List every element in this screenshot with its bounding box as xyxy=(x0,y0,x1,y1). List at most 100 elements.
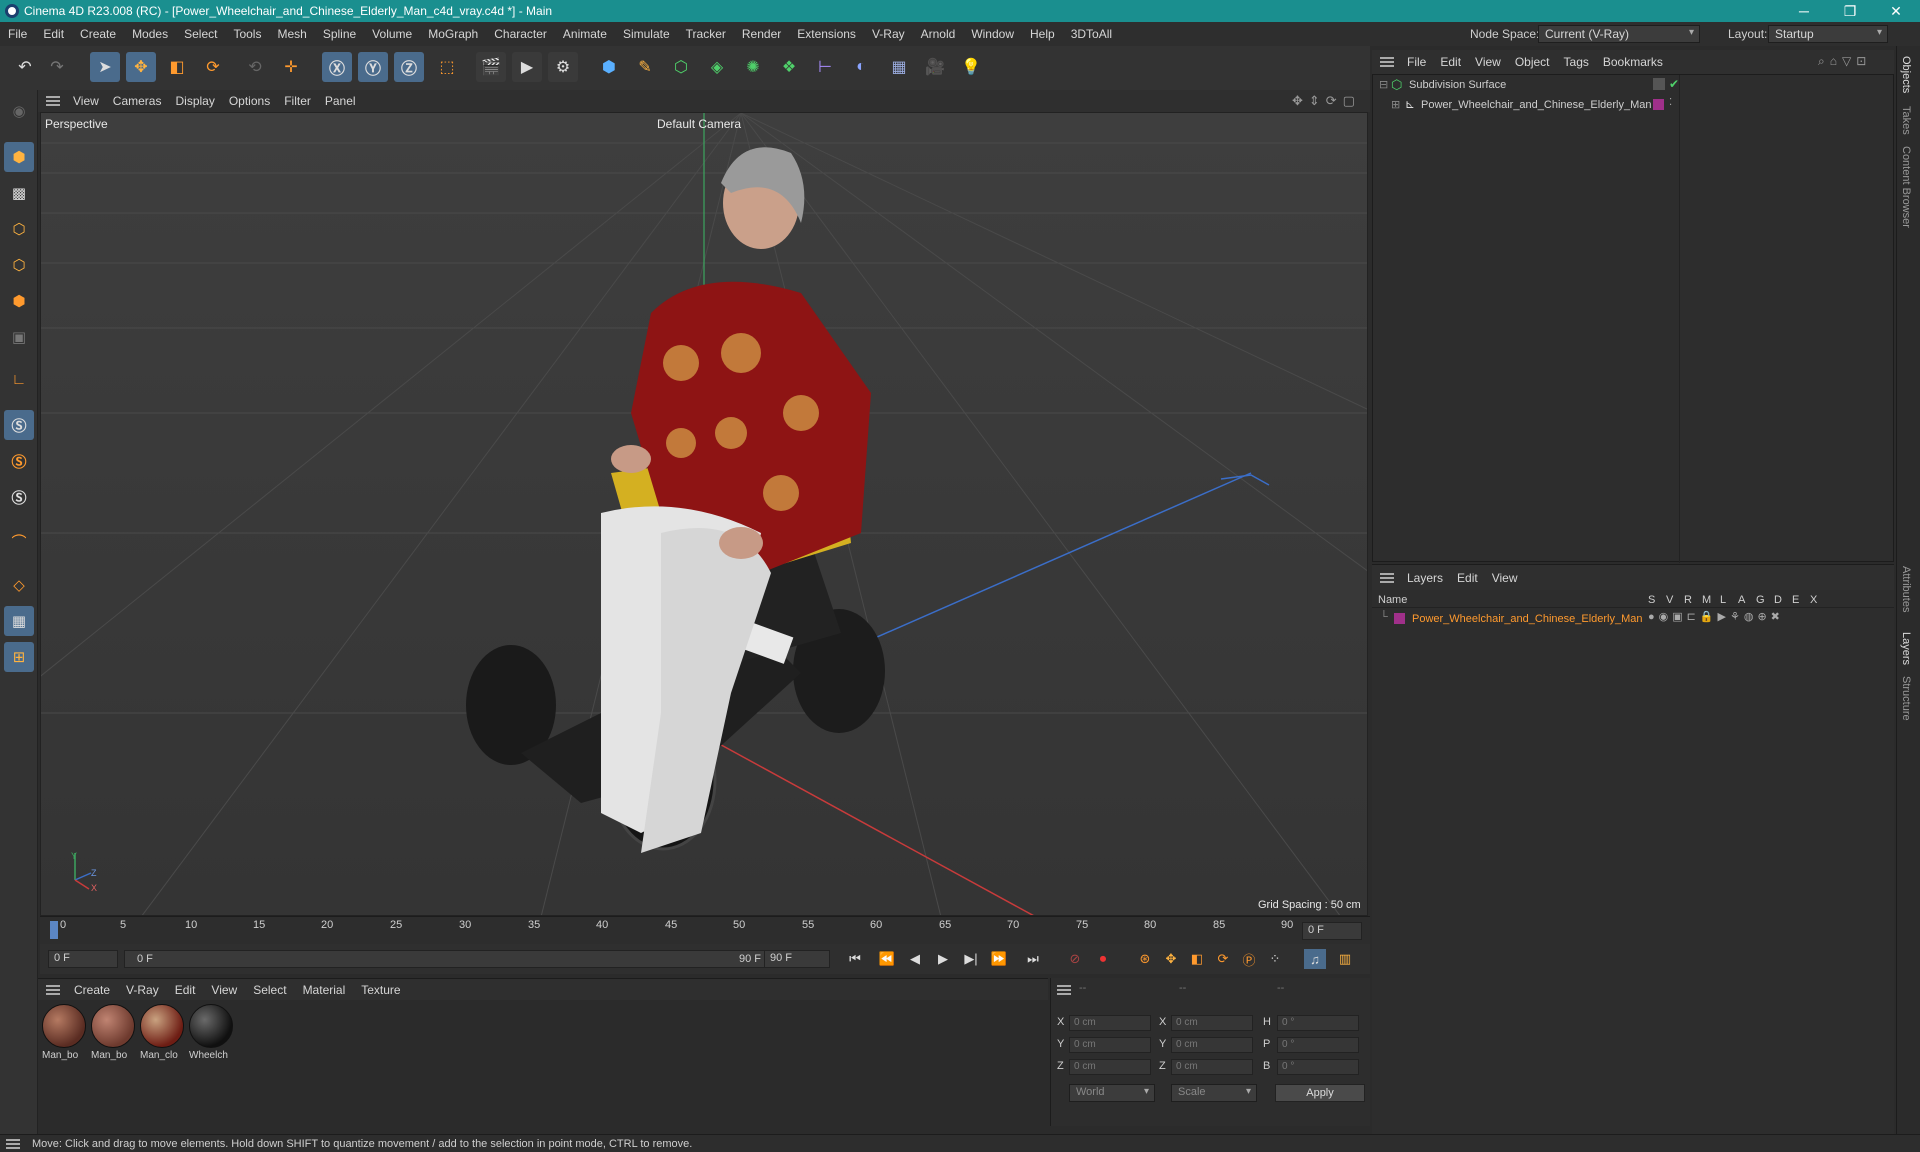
material-menu-icon[interactable] xyxy=(46,984,60,995)
mograph-icon[interactable]: ❖ xyxy=(774,52,804,82)
size-x-field[interactable]: 0 cm xyxy=(1171,1015,1253,1031)
record-keys-icon[interactable]: ⊘ xyxy=(1064,949,1086,969)
position-x-field[interactable]: 0 cm xyxy=(1069,1015,1151,1031)
material-swatch[interactable]: Man_clo xyxy=(140,1004,186,1061)
size-y-field[interactable]: 0 cm xyxy=(1171,1037,1253,1053)
coordinate-mode-dropdown[interactable]: World xyxy=(1069,1084,1155,1102)
rotation-b-field[interactable]: 0 ° xyxy=(1277,1059,1359,1075)
node-space-dropdown[interactable]: Current (V-Ray) xyxy=(1538,25,1700,43)
timeline-window-icon[interactable]: ▥ xyxy=(1334,949,1356,969)
tree-row-subdivision-surface[interactable]: ⊟ ⬡ Subdivision Surface ✔ xyxy=(1375,77,1893,95)
locked-workplane-icon[interactable]: ⊞ xyxy=(4,642,34,672)
snap-settings-icon[interactable]: Ⓢ xyxy=(4,446,34,476)
3d-viewport[interactable]: Perspective Default Camera Grid Spacing … xyxy=(40,112,1368,916)
y-axis-icon[interactable]: Ⓨ xyxy=(358,52,388,82)
side-tab-layers[interactable]: Layers xyxy=(1900,632,1912,665)
layer-color-swatch[interactable] xyxy=(1394,613,1405,624)
object-manager-toolbar-icons[interactable]: ⌕⌂▽⊡ xyxy=(1818,54,1871,69)
timeline-frame-field[interactable]: 0 F xyxy=(1302,922,1362,940)
cloner-icon[interactable]: ✺ xyxy=(738,52,768,82)
key-pla-icon[interactable]: ⁘ xyxy=(1264,949,1286,969)
layer-menu-layers[interactable]: Layers xyxy=(1400,571,1450,585)
layer-menu-view[interactable]: View xyxy=(1485,571,1525,585)
status-menu-icon[interactable] xyxy=(6,1138,20,1149)
menu-help[interactable]: Help xyxy=(1022,27,1063,41)
motion-mode-icon[interactable]: ♫ xyxy=(1304,949,1326,969)
viewport-menu-panel[interactable]: Panel xyxy=(318,94,363,108)
uv-mode-icon[interactable]: ▣ xyxy=(4,322,34,352)
viewport-menu-options[interactable]: Options xyxy=(222,94,277,108)
side-tab-objects[interactable]: Objects xyxy=(1900,56,1912,93)
object-menu-edit[interactable]: Edit xyxy=(1433,55,1468,69)
timeline-ruler[interactable]: 0 5 10 15 20 25 30 35 40 45 50 55 60 65 … xyxy=(40,916,1370,944)
layer-name[interactable]: Power_Wheelchair_and_Chinese_Elderly_Man xyxy=(1412,613,1643,625)
cube-icon[interactable]: ⬢ xyxy=(594,52,624,82)
visibility-dots-icon[interactable]: ⁚ xyxy=(1669,97,1672,108)
close-button[interactable]: ✕ xyxy=(1874,0,1918,22)
tree-row-wheelchair-man[interactable]: ⊞ ⊾ Power_Wheelchair_and_Chinese_Elderly… xyxy=(1375,97,1893,115)
object-manager-menu-icon[interactable] xyxy=(1380,57,1394,67)
menu-character[interactable]: Character xyxy=(486,27,555,41)
edges-mode-icon[interactable]: ⬡ xyxy=(4,250,34,280)
material-menu-select[interactable]: Select xyxy=(245,983,294,997)
object-menu-file[interactable]: File xyxy=(1400,55,1433,69)
restore-button[interactable]: ❐ xyxy=(1828,0,1872,22)
menu-volume[interactable]: Volume xyxy=(364,27,420,41)
position-y-field[interactable]: 0 cm xyxy=(1069,1037,1151,1053)
key-position-icon[interactable]: ✥ xyxy=(1160,949,1182,969)
layout-dropdown[interactable]: Startup xyxy=(1768,25,1888,43)
next-frame-icon[interactable]: ▶| xyxy=(960,949,982,969)
side-tab-structure[interactable]: Structure xyxy=(1900,676,1912,721)
subdivision-icon[interactable]: ⬡ xyxy=(666,52,696,82)
scale-tool-icon[interactable]: ◧ xyxy=(162,52,192,82)
play-icon[interactable]: ▶ xyxy=(932,949,954,969)
apply-button[interactable]: Apply xyxy=(1275,1084,1365,1102)
floor-icon[interactable]: ▦ xyxy=(884,52,914,82)
menu-modes[interactable]: Modes xyxy=(124,27,176,41)
current-frame-field[interactable]: 0 F xyxy=(48,950,118,968)
polygons-mode-icon[interactable]: ⬢ xyxy=(4,286,34,316)
menu-window[interactable]: Window xyxy=(963,27,1022,41)
key-scale-icon[interactable]: ◧ xyxy=(1186,949,1208,969)
viewport-nav-icons[interactable]: ✥⇕⟳▢ xyxy=(1292,93,1361,109)
workplane-icon[interactable]: ◇ xyxy=(4,570,34,600)
editor-visibility-icon[interactable] xyxy=(1653,78,1665,90)
autokey-icon[interactable]: ⏺ xyxy=(1092,949,1114,969)
magnet-icon[interactable]: ⌒ xyxy=(4,526,34,556)
render-picture-viewer-icon[interactable]: ▶ xyxy=(512,52,542,82)
menu-vray[interactable]: V-Ray xyxy=(864,27,913,41)
rotation-h-field[interactable]: 0 ° xyxy=(1277,1015,1359,1031)
render-settings-icon[interactable]: ⚙ xyxy=(548,52,578,82)
camera-icon[interactable]: 🎥 xyxy=(920,52,950,82)
viewport-menu-display[interactable]: Display xyxy=(168,94,221,108)
viewport-camera-name[interactable]: Default Camera xyxy=(657,117,741,131)
menu-animate[interactable]: Animate xyxy=(555,27,615,41)
max-frame-field[interactable]: 90 F xyxy=(764,950,830,968)
model-mode-icon[interactable]: ⬢ xyxy=(4,142,34,172)
points-mode-icon[interactable]: ⬡ xyxy=(4,214,34,244)
coordinates-menu-icon[interactable] xyxy=(1057,985,1071,995)
menu-file[interactable]: File xyxy=(0,27,35,41)
move-tool-icon[interactable]: ✥ xyxy=(126,52,156,82)
render-view-icon[interactable]: 🎬 xyxy=(476,52,506,82)
previous-frame-icon[interactable]: ◀ xyxy=(904,949,926,969)
material-menu-edit[interactable]: Edit xyxy=(167,983,204,997)
object-menu-bookmarks[interactable]: Bookmarks xyxy=(1596,55,1670,69)
material-menu-material[interactable]: Material xyxy=(295,983,354,997)
enabled-check-icon[interactable]: ✔ xyxy=(1669,77,1679,91)
viewport-menu-icon[interactable] xyxy=(46,96,60,106)
material-menu-vray[interactable]: V-Ray xyxy=(118,983,167,997)
grid-icon[interactable]: ▦ xyxy=(4,606,34,636)
axis-mode-icon[interactable]: ∟ xyxy=(4,364,34,394)
layer-color-swatch[interactable] xyxy=(1653,99,1664,110)
pen-spline-icon[interactable]: ✎ xyxy=(630,52,660,82)
menu-render[interactable]: Render xyxy=(734,27,789,41)
object-menu-object[interactable]: Object xyxy=(1508,55,1557,69)
material-swatch[interactable]: Wheelch xyxy=(189,1004,235,1061)
object-menu-view[interactable]: View xyxy=(1468,55,1508,69)
side-tab-takes[interactable]: Takes xyxy=(1900,106,1912,135)
expand-icon[interactable]: ⊞ xyxy=(1391,98,1400,111)
field-icon[interactable]: ◐ xyxy=(846,52,876,82)
menu-spline[interactable]: Spline xyxy=(315,27,364,41)
next-key-icon[interactable]: ⏩ xyxy=(988,949,1010,969)
